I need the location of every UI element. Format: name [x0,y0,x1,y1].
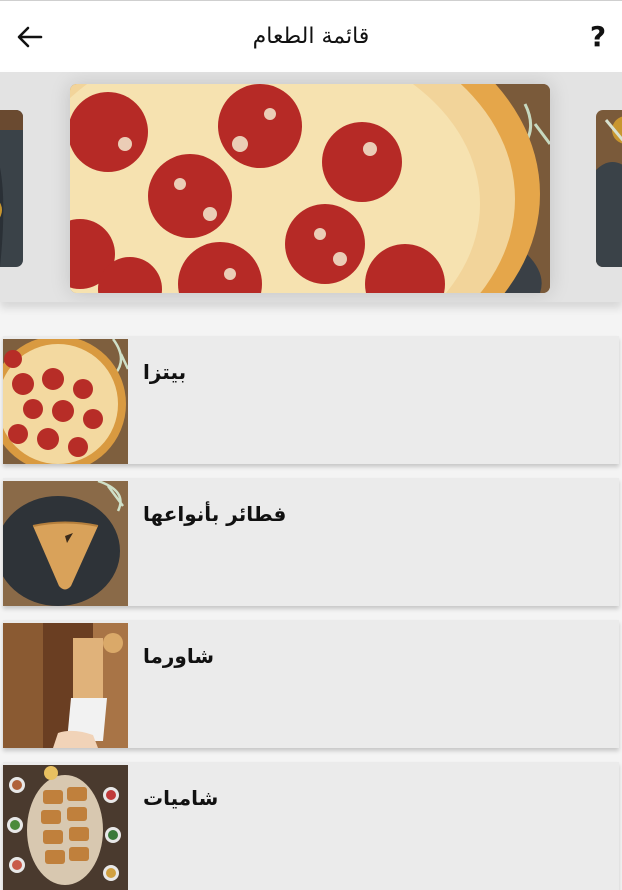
levantine-pastries-photo [3,765,128,890]
pepperoni-pizza-photo [3,339,128,464]
category-card[interactable]: شاورما [3,620,619,748]
triangle-pie-photo [3,481,128,606]
carousel-slide-active[interactable] [70,84,550,293]
category-name: فطائر بأنواعها [143,502,287,526]
category-card[interactable]: فطائر بأنواعها [3,478,619,606]
category-thumbnail [3,481,128,606]
pizza-image [0,110,23,267]
category-thumbnail [3,765,128,890]
category-name: شاورما [143,644,215,668]
category-card[interactable]: بيتزا [3,336,619,464]
carousel-slide-next[interactable] [596,110,622,267]
category-card[interactable]: شاميات [3,762,619,890]
pizza-image [596,110,622,267]
carousel-slide-previous[interactable] [0,110,23,267]
category-name: شاميات [143,786,219,810]
help-button[interactable]: ? [584,19,612,55]
page-title: قائمة الطعام [252,24,370,49]
pepperoni-pizza-banner-image [70,84,550,293]
app-bar: قائمة الطعام ? [0,0,622,72]
category-thumbnail [3,623,128,748]
image-carousel[interactable] [0,72,622,302]
category-name: بيتزا [143,360,187,384]
shawarma-wrap-photo [3,623,128,748]
category-thumbnail [3,339,128,464]
